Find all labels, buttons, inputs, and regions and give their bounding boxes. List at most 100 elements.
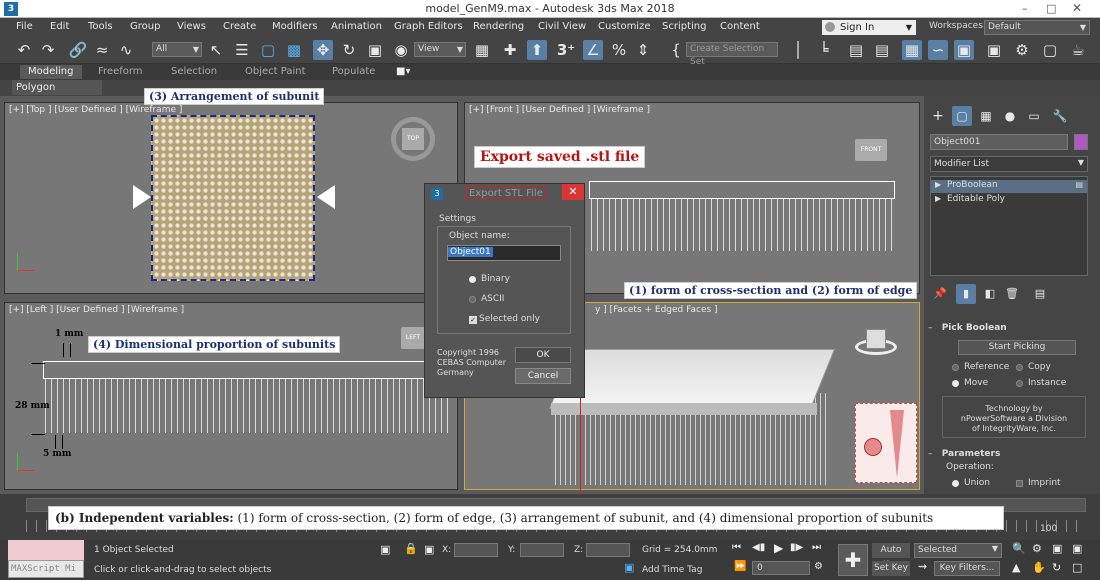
set-key-button[interactable]: Set Key: [872, 561, 910, 576]
key-filters-button[interactable]: Key Filters...: [934, 561, 1000, 576]
window-crossing-icon[interactable]: ▩: [284, 40, 304, 60]
menu-edit[interactable]: Edit: [50, 21, 69, 32]
viewport-top[interactable]: [+] [Top ] [User Defined ] [Wireframe ] …: [4, 102, 458, 294]
modifier-list-select[interactable]: Modifier List ▼: [930, 156, 1088, 172]
radio-copy[interactable]: [1016, 364, 1023, 371]
viewcube-persp[interactable]: [855, 329, 897, 359]
curve-editor-icon[interactable]: ∽: [928, 40, 948, 60]
go-to-start-icon[interactable]: ⏮: [732, 542, 741, 553]
workspace-select[interactable]: Default ▼: [984, 20, 1090, 35]
ribbon-options-icon[interactable]: ■▾: [396, 66, 410, 77]
object-color-swatch[interactable]: [1074, 134, 1088, 150]
render-production-icon[interactable]: ☕: [1068, 40, 1088, 60]
menu-customize[interactable]: Customize: [598, 21, 651, 32]
tab-freeform[interactable]: Freeform: [98, 66, 143, 77]
radio-ascii[interactable]: [469, 296, 476, 303]
menu-views[interactable]: Views: [177, 21, 206, 32]
parameters-header[interactable]: – Parameters: [928, 448, 1094, 462]
rectangular-selection-icon[interactable]: ▢: [258, 40, 278, 60]
cancel-button[interactable]: Cancel: [515, 368, 571, 384]
pivot-center-icon[interactable]: ▦: [472, 40, 492, 60]
spinner-snap-icon[interactable]: ⇕: [633, 40, 653, 60]
y-coordinate-field[interactable]: [520, 543, 564, 557]
menu-civil-view[interactable]: Civil View: [538, 21, 586, 32]
orbit-icon[interactable]: ↻: [1052, 561, 1061, 574]
link-icon[interactable]: 🔗: [68, 40, 88, 60]
radio-move[interactable]: [952, 380, 959, 387]
viewcube-front[interactable]: FRONT: [855, 139, 887, 161]
unlink-icon[interactable]: ≈: [92, 40, 112, 60]
dialog-close-button[interactable]: ✕: [562, 184, 584, 200]
configure-modifier-sets-icon[interactable]: ▤: [1030, 284, 1050, 304]
select-and-rotate-icon[interactable]: ↻: [339, 40, 359, 60]
sign-in-dropdown[interactable]: Sign In ▼: [822, 20, 916, 35]
stack-item-proboolean[interactable]: ▶ ProBoolean ▤: [931, 180, 1087, 193]
auto-key-button[interactable]: Auto Key: [872, 543, 910, 570]
add-time-tag[interactable]: Add Time Tag: [642, 565, 702, 575]
start-picking-button[interactable]: Start Picking: [958, 340, 1076, 355]
zoom-icon[interactable]: 🔍: [1012, 542, 1026, 555]
close-window-button[interactable]: ✕: [1072, 1, 1082, 15]
angle-snap-icon[interactable]: ∠: [583, 40, 603, 60]
viewport-left-label[interactable]: [+] [Left ] [User Defined ] [Wireframe ]: [9, 305, 184, 315]
ok-button[interactable]: OK: [515, 347, 571, 363]
minimize-button[interactable]: –: [1022, 2, 1028, 15]
select-manipulate-icon[interactable]: ✚: [500, 40, 520, 60]
create-selection-set-select[interactable]: Create Selection Set: [686, 42, 778, 67]
render-setup-icon[interactable]: ⚙: [1012, 40, 1032, 60]
isolate-icon[interactable]: ▣: [380, 543, 390, 556]
object-name-input[interactable]: Object01: [447, 245, 561, 261]
keyboard-shortcut-override-icon[interactable]: ⬆: [527, 40, 547, 60]
radio-binary[interactable]: [469, 276, 476, 283]
viewport-front-label[interactable]: [+] [Front ] [User Defined ] [Wireframe …: [469, 105, 650, 115]
maxscript-listener-field[interactable]: [8, 540, 84, 560]
select-and-scale-icon[interactable]: ▣: [365, 40, 385, 60]
mirror-icon[interactable]: │: [788, 40, 808, 60]
key-selection-select[interactable]: Selected ▼: [914, 543, 1002, 558]
modify-tab-icon[interactable]: ▢: [952, 106, 972, 126]
percent-snap-icon[interactable]: %: [609, 40, 629, 60]
menu-modifiers[interactable]: Modifiers: [272, 21, 318, 32]
select-and-place-icon[interactable]: ◉: [391, 40, 411, 60]
x-coordinate-field[interactable]: [454, 543, 498, 557]
menu-scripting[interactable]: Scripting: [662, 21, 706, 32]
tab-object-paint[interactable]: Object Paint: [245, 66, 306, 77]
menu-group[interactable]: Group: [130, 21, 160, 32]
imprint-checkbox[interactable]: [1016, 480, 1023, 487]
key-filters-toggle-icon[interactable]: ⇝: [918, 560, 927, 573]
play-icon[interactable]: ▶: [774, 541, 783, 555]
absolute-mode-icon[interactable]: ▣: [424, 543, 434, 556]
field-of-view-icon[interactable]: ▲: [1012, 561, 1020, 574]
zoom-extents-all-icon[interactable]: ▣: [1072, 542, 1082, 555]
toggle-scene-explorer-icon[interactable]: ▤: [846, 40, 866, 60]
menu-animation[interactable]: Animation: [331, 21, 382, 32]
previous-frame-icon[interactable]: ◀▮: [752, 542, 765, 553]
z-coordinate-field[interactable]: [586, 543, 630, 557]
hierarchy-tab-icon[interactable]: ▦: [976, 106, 996, 126]
stack-item-editable-poly[interactable]: ▶ Editable Poly: [931, 194, 1087, 207]
zoom-extents-icon[interactable]: ▣: [1052, 542, 1062, 555]
polygon-modeling-panel[interactable]: Polygon Modeling: [12, 80, 102, 108]
pin-stack-icon[interactable]: 📌: [930, 284, 950, 304]
maximize-button[interactable]: □: [1046, 2, 1056, 15]
viewcube-left[interactable]: LEFT: [401, 327, 425, 349]
menu-create[interactable]: Create: [223, 21, 256, 32]
reference-coordinate-select[interactable]: View ▼: [414, 42, 466, 57]
toggle-layer-explorer-icon[interactable]: ▤: [872, 40, 892, 60]
tab-modeling[interactable]: Modeling: [20, 65, 82, 79]
create-tab-icon[interactable]: +: [928, 106, 948, 126]
time-tag-icon[interactable]: ▣: [624, 561, 634, 574]
show-end-result-icon[interactable]: ▮: [956, 284, 976, 304]
remove-modifier-icon[interactable]: 🗑: [1002, 284, 1022, 304]
menu-content[interactable]: Content: [720, 21, 760, 32]
bind-space-warp-icon[interactable]: ∿: [116, 40, 136, 60]
maximize-viewport-icon[interactable]: □: [1072, 561, 1082, 574]
named-selection-sets-icon[interactable]: {: [666, 40, 686, 60]
tab-populate[interactable]: Populate: [332, 66, 375, 77]
motion-tab-icon[interactable]: ●: [1000, 106, 1020, 126]
toggle-ribbon-icon[interactable]: ▦: [902, 40, 922, 60]
material-editor-icon[interactable]: ▣: [984, 40, 1004, 60]
viewcube-top[interactable]: TOP: [402, 128, 424, 150]
select-object-icon[interactable]: ↖: [206, 40, 226, 60]
object-name-field[interactable]: Object001: [930, 134, 1068, 150]
